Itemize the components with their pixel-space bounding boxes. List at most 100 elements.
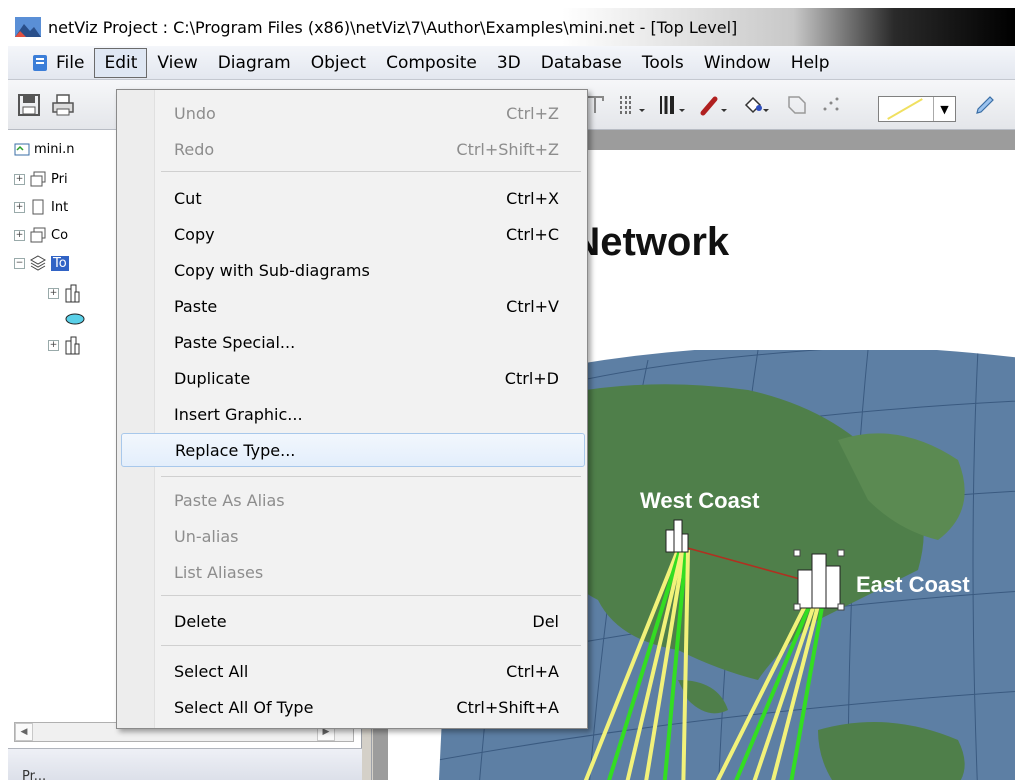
menu-item-label: Paste Special... <box>174 332 296 352</box>
line-style-dropdown[interactable]: ▼ <box>878 96 956 122</box>
line-weight-icon[interactable] <box>656 90 692 120</box>
collapse-icon[interactable]: − <box>14 257 25 269</box>
tree-item[interactable]: + <box>48 332 81 358</box>
shape-tool-icon[interactable] <box>782 90 812 120</box>
tree-item[interactable]: + Int <box>14 194 68 220</box>
tree-item-top-level[interactable]: − To <box>14 250 69 276</box>
menu-item-replace-type[interactable]: Replace Type... <box>121 433 585 467</box>
menu-item-copy[interactable]: Copy Ctrl+C <box>121 217 585 251</box>
menu-item-label: Paste As Alias <box>174 490 285 510</box>
file-menu-icon <box>33 54 47 71</box>
pencil-icon[interactable] <box>970 90 1000 120</box>
menu-database[interactable]: Database <box>531 48 632 78</box>
stack-icon <box>30 227 46 243</box>
title-bar: netViz Project : C:\Program Files (x86)\… <box>8 8 1015 46</box>
menu-item-shortcut: Ctrl+Shift+Z <box>456 139 559 159</box>
expand-icon[interactable]: + <box>48 287 59 299</box>
menu-view[interactable]: View <box>147 48 207 78</box>
app-window: netViz Project : C:\Program Files (x86)\… <box>8 8 1015 780</box>
menu-item-paste-special[interactable]: Paste Special... <box>121 325 585 359</box>
tree-item[interactable]: + <box>48 280 81 306</box>
menu-item-label: Copy with Sub-diagrams <box>174 260 370 280</box>
menu-item-label: Redo <box>174 139 215 159</box>
tree-item[interactable]: + Pri <box>14 166 68 192</box>
tree-item-label: To <box>51 255 69 271</box>
building-icon <box>65 336 80 355</box>
panel-tab-label[interactable]: Pr... <box>22 769 46 780</box>
menu-item-label: Cut <box>174 188 202 208</box>
menu-item-duplicate[interactable]: Duplicate Ctrl+D <box>121 361 585 395</box>
menu-item-shortcut: Ctrl+Shift+A <box>456 697 559 717</box>
menu-separator <box>161 476 581 477</box>
menu-item-shortcut: Ctrl+D <box>504 368 559 388</box>
menu-item-redo[interactable]: Redo Ctrl+Shift+Z <box>121 132 585 166</box>
menu-item-undo[interactable]: Undo Ctrl+Z <box>121 96 585 130</box>
menu-item-paste-as-alias[interactable]: Paste As Alias <box>121 483 585 517</box>
menu-file[interactable]: File <box>20 48 94 78</box>
menu-item-select-all-of-type[interactable]: Select All Of Type Ctrl+Shift+A <box>121 690 585 724</box>
menu-item-paste[interactable]: Paste Ctrl+V <box>121 289 585 323</box>
tree-item-root[interactable]: mini.n <box>14 136 75 162</box>
menu-item-label: Undo <box>174 103 216 123</box>
menu-3d[interactable]: 3D <box>487 48 531 78</box>
menu-item-insert-graphic[interactable]: Insert Graphic... <box>121 397 585 431</box>
menu-item-label: Duplicate <box>174 368 251 388</box>
menu-item-label: Select All <box>174 661 249 681</box>
menu-item-list-aliases[interactable]: List Aliases <box>121 555 585 589</box>
stack-icon <box>30 171 46 187</box>
menu-tools[interactable]: Tools <box>632 48 694 78</box>
tree-item[interactable]: + Co <box>14 222 68 248</box>
menu-separator <box>161 645 581 646</box>
menu-item-delete[interactable]: Delete Del <box>121 604 585 638</box>
menu-composite[interactable]: Composite <box>376 48 487 78</box>
menu-item-shortcut: Ctrl+C <box>505 224 559 244</box>
tree-item-label: Pri <box>51 171 68 187</box>
menu-item-label: Insert Graphic... <box>174 404 303 424</box>
menu-separator <box>161 595 581 596</box>
fill-color-icon[interactable] <box>740 90 776 120</box>
print-icon[interactable] <box>48 90 78 120</box>
chevron-down-icon: ▼ <box>933 97 955 121</box>
menu-item-shortcut: Ctrl+Z <box>506 103 559 123</box>
west-coast-label: West Coast <box>640 488 760 513</box>
tree-item-label: Int <box>51 199 69 215</box>
menu-object[interactable]: Object <box>301 48 376 78</box>
scroll-left-icon[interactable]: ◀ <box>15 723 33 741</box>
menu-item-shortcut: Ctrl+X <box>506 188 559 208</box>
layers-icon <box>29 255 47 271</box>
menu-diagram[interactable]: Diagram <box>208 48 301 78</box>
netviz-app-icon <box>15 17 41 37</box>
project-icon <box>14 143 30 156</box>
expand-icon[interactable]: + <box>14 201 25 213</box>
expand-icon[interactable]: + <box>14 229 25 241</box>
line-preview <box>887 98 923 120</box>
expand-icon[interactable]: + <box>48 339 59 351</box>
menu-item-label: List Aliases <box>174 562 264 582</box>
cloud-icon <box>65 313 85 325</box>
menu-item-shortcut: Del <box>532 611 559 631</box>
edit-menu-dropdown: Undo Ctrl+Z Redo Ctrl+Shift+Z Cut Ctrl+X… <box>116 89 588 729</box>
menu-item-shortcut: Ctrl+A <box>506 661 559 681</box>
menu-help[interactable]: Help <box>781 48 840 78</box>
menu-item-copy-with-sub-diagrams[interactable]: Copy with Sub-diagrams <box>121 253 585 287</box>
grid-dots-icon[interactable] <box>816 90 846 120</box>
line-style-icon[interactable] <box>616 90 652 120</box>
menu-window[interactable]: Window <box>694 48 781 78</box>
menu-item-label: Paste <box>174 296 218 316</box>
menu-item-label: Replace Type... <box>175 440 296 460</box>
tree-item-label: mini.n <box>34 141 75 157</box>
menu-item-select-all[interactable]: Select All Ctrl+A <box>121 654 585 688</box>
window-title: netViz Project : C:\Program Files (x86)\… <box>48 17 738 37</box>
expand-icon[interactable]: + <box>14 173 25 185</box>
menu-item-cut[interactable]: Cut Ctrl+X <box>121 181 585 215</box>
menu-item-shortcut: Ctrl+V <box>506 296 559 316</box>
menu-item-un-alias[interactable]: Un-alias <box>121 519 585 553</box>
menu-item-label: Un-alias <box>174 526 239 546</box>
panel-tab-strip: Pr... <box>8 748 362 780</box>
tree-item[interactable] <box>64 306 86 332</box>
menu-item-label: Select All Of Type <box>174 697 314 717</box>
line-color-icon[interactable] <box>698 90 734 120</box>
page-icon <box>32 199 44 215</box>
save-icon[interactable] <box>14 90 44 120</box>
menu-edit[interactable]: Edit <box>94 47 148 78</box>
